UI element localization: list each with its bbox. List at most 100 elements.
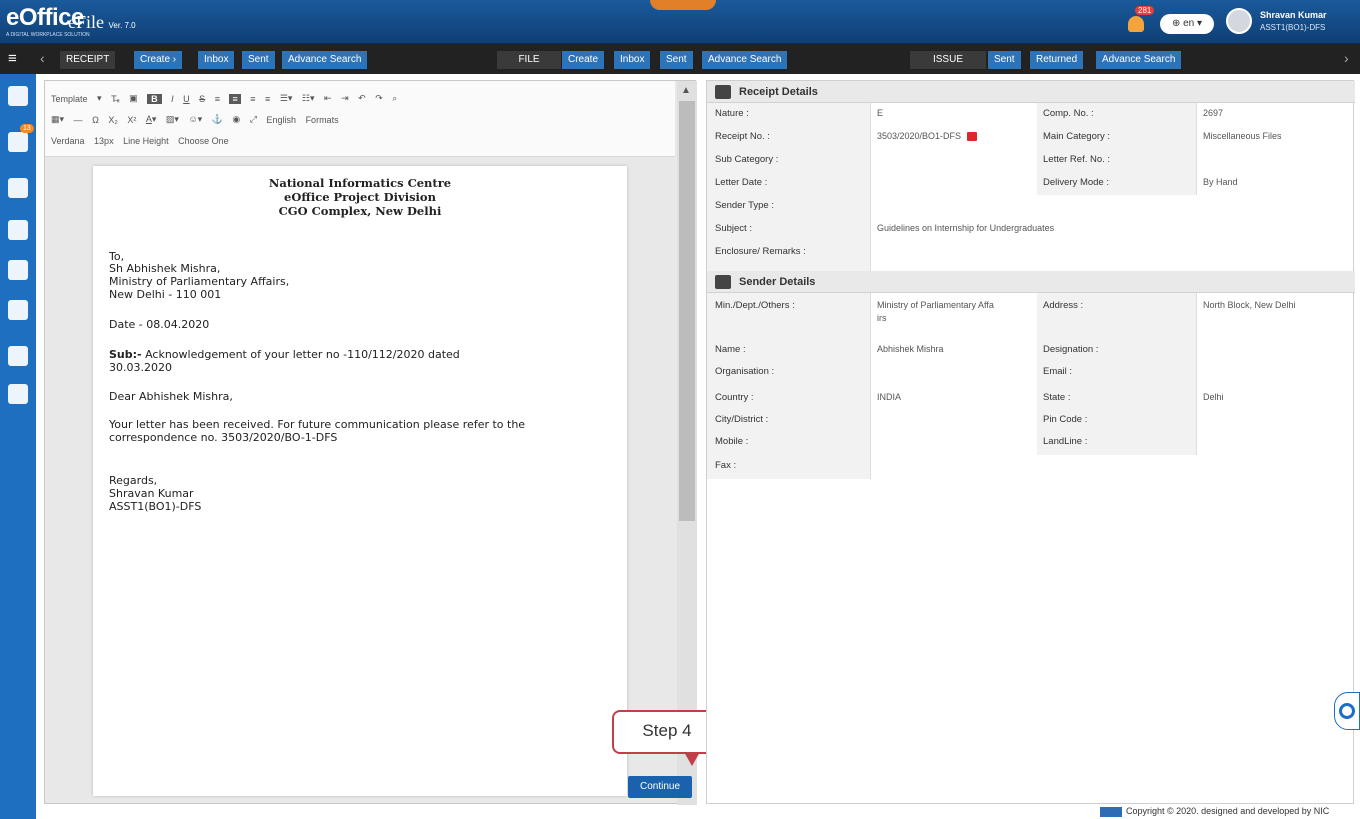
redo-icon[interactable]: ↷ [375, 93, 383, 104]
product-title: eFile [68, 12, 104, 32]
language-selector[interactable]: ⊕ en ▾ [1160, 14, 1214, 34]
nic-logo-icon [1100, 806, 1122, 817]
nav-issue[interactable]: ISSUE [910, 51, 986, 69]
bullet-list-icon[interactable]: ☰▾ [280, 93, 293, 104]
horizontal-line-icon[interactable]: — [74, 115, 83, 125]
emoticon-icon[interactable]: ☺▾ [188, 114, 202, 125]
line-height-dropdown[interactable]: Line Height [123, 136, 169, 146]
receipt-row-nature: Nature : E Comp. No. : 2697 [707, 103, 1355, 126]
receipt-row-sub-category: Sub Category : Letter Ref. No. : [707, 149, 1355, 172]
nav-file-advance-search[interactable]: Advance Search [702, 51, 788, 69]
template-dropdown[interactable]: Template [51, 94, 88, 104]
underline-button[interactable]: U [183, 94, 190, 104]
version-label: Ver. 7.0 [108, 21, 136, 30]
sidebar-dispatch-icon[interactable] [8, 346, 28, 366]
dropdown-arrow-icon[interactable]: ▾ [97, 93, 102, 104]
indent-icon[interactable]: ⇥ [341, 93, 349, 104]
letter-sign-name: Shravan Kumar [109, 487, 194, 500]
letter-recipient: Sh Abhishek Mishra, [109, 262, 221, 275]
letter-page[interactable]: National Informatics Centre eOffice Proj… [93, 166, 627, 796]
outdent-icon[interactable]: ⇤ [324, 93, 332, 104]
user-designation: ASST1(BO1)-DFS [1260, 23, 1326, 32]
sidebar-receipt-icon[interactable] [8, 86, 28, 106]
anchor-icon[interactable]: ⚓ [212, 114, 223, 125]
nav-receipt[interactable]: RECEIPT [60, 51, 116, 69]
nav-receipt-create[interactable]: Create › [134, 51, 183, 69]
receipt-details-title: Receipt Details [739, 86, 818, 98]
italic-button[interactable]: I [171, 94, 174, 104]
sidebar-dashboard-icon[interactable] [8, 260, 28, 280]
continue-button[interactable]: Continue [628, 776, 692, 798]
number-list-icon[interactable]: ☷▾ [302, 93, 315, 104]
choose-one-dropdown[interactable]: Choose One [178, 136, 229, 146]
nav-issue-sent[interactable]: Sent [988, 51, 1021, 69]
nav-receipt-advance-search[interactable]: Advance Search [282, 51, 368, 69]
sender-details-header: Sender Details [707, 271, 1355, 293]
nav-issue-advance-search[interactable]: Advance Search [1096, 51, 1182, 69]
align-left-icon[interactable]: ≡ [215, 94, 220, 104]
special-char-icon[interactable]: Ω [92, 115, 99, 125]
main-category-label: Main Category : [1043, 131, 1111, 142]
receipt-no-value: 3503/2020/BO1-DFS [877, 131, 978, 142]
receipt-row-sender-type: Sender Type : [707, 195, 1355, 218]
text-color-icon[interactable]: A▾ [146, 114, 157, 125]
name-label: Name : [715, 344, 746, 355]
preview-icon[interactable]: ◉ [232, 114, 240, 125]
sender-row-organisation: Organisation : Email : [707, 361, 1355, 384]
letter-subject-date: 30.03.2020 [109, 361, 172, 374]
receipt-row-subject: Subject : Guidelines on Internship for U… [707, 218, 1355, 241]
strikethrough-button[interactable]: S [199, 94, 205, 104]
nav-file-inbox[interactable]: Inbox [614, 51, 651, 69]
paste-icon[interactable]: ▣ [129, 93, 138, 104]
sidebar-settings-icon[interactable] [8, 384, 28, 404]
sidebar-file-icon[interactable] [8, 132, 28, 152]
main-category-value: Miscellaneous Files [1203, 131, 1282, 141]
menu-icon[interactable]: ≡ [8, 51, 24, 66]
bold-button[interactable]: B [147, 93, 162, 104]
teamviewer-float-button[interactable] [1334, 692, 1360, 730]
nav-file-create[interactable]: Create [562, 51, 605, 69]
superscript-icon[interactable]: X² [127, 115, 136, 125]
sender-row-fax: Fax : [707, 455, 1355, 478]
letter-body-line-2: correspondence no. 3503/2020/BO-1-DFS [109, 431, 338, 444]
address-value: North Block, New Delhi [1203, 300, 1296, 310]
notification-bell-icon[interactable]: 281 [1128, 6, 1155, 34]
sidebar-mail-icon[interactable] [8, 178, 28, 198]
formats-dropdown[interactable]: Formats [306, 115, 339, 125]
pdf-icon[interactable] [967, 132, 978, 142]
sidebar-transfer-icon[interactable] [8, 220, 28, 240]
letter-org-text: National Informatics Centre [268, 176, 452, 190]
sidebar-home-icon[interactable] [8, 300, 28, 320]
find-icon[interactable]: ⌕ [392, 93, 397, 104]
bg-color-icon[interactable]: ▨▾ [166, 114, 179, 125]
sidebar-file-badge: 13 [20, 124, 34, 133]
align-justify-icon[interactable]: ≡ [265, 94, 270, 104]
subscript-icon[interactable]: X₂ [108, 115, 118, 125]
scroll-up-icon[interactable]: ▲ [681, 85, 691, 96]
letter-subject-text: Acknowledgement of your letter no -110/1… [141, 348, 460, 361]
notification-count: 281 [1135, 6, 1155, 15]
user-profile[interactable]: Shravan Kumar ASST1(BO1)-DFS [1226, 6, 1354, 38]
undo-icon[interactable]: ↶ [358, 93, 366, 104]
nav-left-arrow-icon[interactable]: ‹ [40, 50, 45, 66]
table-icon[interactable]: ▦▾ [51, 114, 64, 125]
font-size-dropdown[interactable]: 13px [94, 136, 114, 146]
nav-issue-returned[interactable]: Returned [1030, 51, 1084, 69]
nav-file-sent[interactable]: Sent [660, 51, 693, 69]
clear-format-icon[interactable]: T̶ₓ [111, 94, 119, 104]
editor-scroll-thumb[interactable] [679, 101, 695, 521]
align-right-icon[interactable]: ≡ [250, 94, 255, 104]
sender-details-icon [715, 275, 731, 289]
align-center-icon[interactable]: ≡ [229, 93, 241, 104]
nav-right-arrow-icon[interactable]: › [1344, 50, 1349, 66]
toolbar-row-2: ▦▾ — Ω X₂ X² A▾ ▨▾ ☺▾ ⚓ ◉ ⤢ English Form… [51, 114, 346, 134]
language-dropdown[interactable]: English [267, 115, 297, 125]
letter-editor: Template ▾ T̶ₓ ▣ B I U S ≡ ≡ ≡ ≡ ☰▾ ☷▾ ⇤… [44, 80, 697, 805]
nav-receipt-sent[interactable]: Sent [242, 51, 275, 69]
font-family-dropdown[interactable]: Verdana [51, 136, 85, 146]
fullscreen-icon[interactable]: ⤢ [250, 114, 257, 125]
letter-subject: Sub:- Acknowledgement of your letter no … [109, 348, 460, 361]
toolbar-row-3: Verdana 13px Line Height Choose One [51, 135, 236, 155]
nav-file[interactable]: FILE [497, 51, 561, 69]
nav-receipt-inbox[interactable]: Inbox [198, 51, 235, 69]
